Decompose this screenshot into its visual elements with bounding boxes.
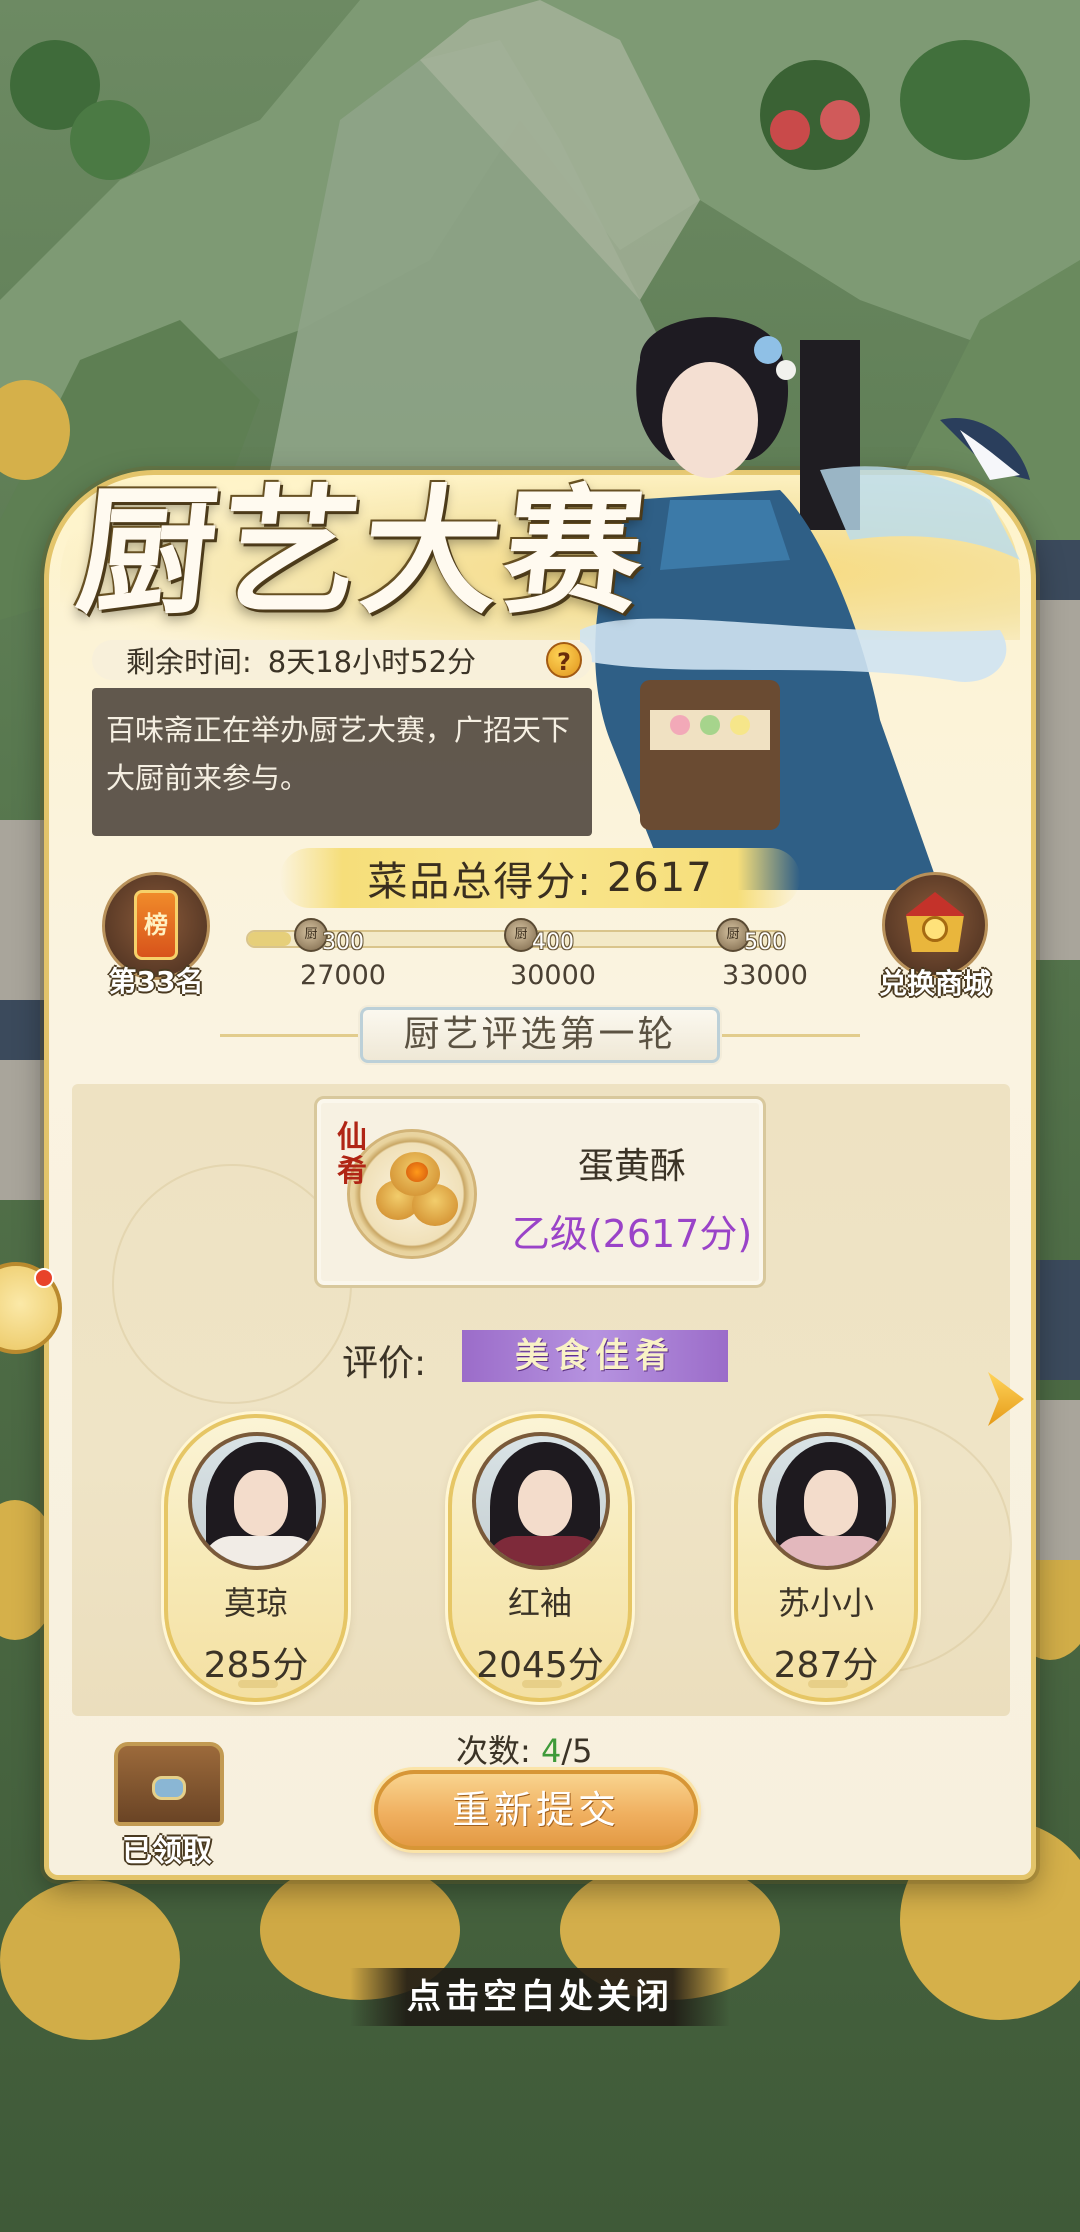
exchange-shop-button[interactable]: 兑换商城 xyxy=(870,872,1000,1000)
attempts-used: 4 xyxy=(540,1732,562,1770)
judge-name: 红袖 xyxy=(507,1584,572,1622)
milestone-3[interactable]: 厨 500 33000 xyxy=(706,918,826,991)
chest-lock-icon xyxy=(152,1776,186,1800)
coin-icon xyxy=(922,916,948,942)
reward-chest-button[interactable]: 已领取 xyxy=(102,1742,232,1872)
dish-card[interactable]: 仙肴 蛋黄酥 乙级(2617分) xyxy=(314,1096,766,1288)
milestone-threshold: 27000 xyxy=(300,960,386,991)
judge-name: 苏小小 xyxy=(777,1584,874,1622)
dish-tag: 仙肴 xyxy=(337,1120,367,1189)
judge-portrait xyxy=(188,1432,326,1570)
remaining-time-label: 剩余时间: xyxy=(126,645,252,679)
flower-bush xyxy=(820,100,860,140)
leaderboard-scroll-icon: 榜 xyxy=(134,890,178,960)
judge-portrait xyxy=(758,1432,896,1570)
judge-card[interactable]: 苏小小 287分 xyxy=(734,1414,918,1702)
help-icon[interactable]: ? xyxy=(546,642,582,678)
contest-title: 厨艺大赛 xyxy=(70,470,656,633)
leaderboard-button[interactable]: 榜 第33名 xyxy=(96,872,216,998)
resubmit-button[interactable]: 重新提交 xyxy=(374,1770,698,1850)
attempts-count: 次数: 4/5 xyxy=(456,1726,592,1772)
wall xyxy=(1036,560,1080,960)
tree xyxy=(70,100,150,180)
round-banner: 厨艺评选第一轮 xyxy=(248,1006,832,1064)
dish-name: 蛋黄酥 xyxy=(577,1146,686,1187)
total-score-value: 2617 xyxy=(606,855,713,901)
round-label: 厨艺评选第一轮 xyxy=(360,1007,720,1063)
tree xyxy=(900,40,1030,160)
close-hint: 点击空白处关闭 xyxy=(350,1968,730,2026)
judge-card[interactable]: 莫琼 285分 xyxy=(164,1414,348,1702)
notification-dot-icon xyxy=(34,1268,54,1288)
milestone-2[interactable]: 厨 400 30000 xyxy=(494,918,614,991)
milestone-1[interactable]: 厨 300 27000 xyxy=(284,918,404,991)
roof xyxy=(1036,540,1080,600)
milestone-threshold: 33000 xyxy=(722,960,808,991)
dish-grade: 乙级(2617分) xyxy=(511,1212,753,1256)
pastry-yolk xyxy=(406,1162,428,1182)
milestone-reward: 500 xyxy=(744,930,786,955)
wall xyxy=(1036,1400,1080,1560)
roof xyxy=(1036,1260,1080,1380)
shop-label: 兑换商城 xyxy=(878,967,991,1000)
flower-bush xyxy=(770,110,810,150)
judge-portrait xyxy=(472,1432,610,1570)
attempts-label: 次数: xyxy=(456,1732,531,1770)
remaining-time-value: 8天18小时52分 xyxy=(267,645,477,679)
contest-description: 百味斋正在举办厨艺大赛，广招天下大厨前来参与。 xyxy=(92,688,592,836)
evaluation-badge: 美食佳肴 xyxy=(462,1330,728,1382)
chest-status-label: 已领取 xyxy=(122,1834,212,1869)
total-score-banner: 菜品总得分: 2617 xyxy=(280,848,800,908)
remaining-time: 剩余时间: 8天18小时52分 ? xyxy=(92,640,592,680)
milestone-threshold: 30000 xyxy=(510,960,596,991)
total-score-label: 菜品总得分: xyxy=(367,859,593,905)
milestone-reward: 300 xyxy=(322,930,364,955)
judge-name: 莫琼 xyxy=(223,1584,288,1622)
evaluation-label: 评价: xyxy=(342,1343,427,1384)
ginkgo-tree xyxy=(0,1880,180,2040)
rank-label: 第33名 xyxy=(108,965,204,998)
attempts-total: /5 xyxy=(561,1732,593,1770)
milestone-reward: 400 xyxy=(532,930,574,955)
judge-card[interactable]: 红袖 2045分 xyxy=(448,1414,632,1702)
roof xyxy=(0,1000,46,1060)
